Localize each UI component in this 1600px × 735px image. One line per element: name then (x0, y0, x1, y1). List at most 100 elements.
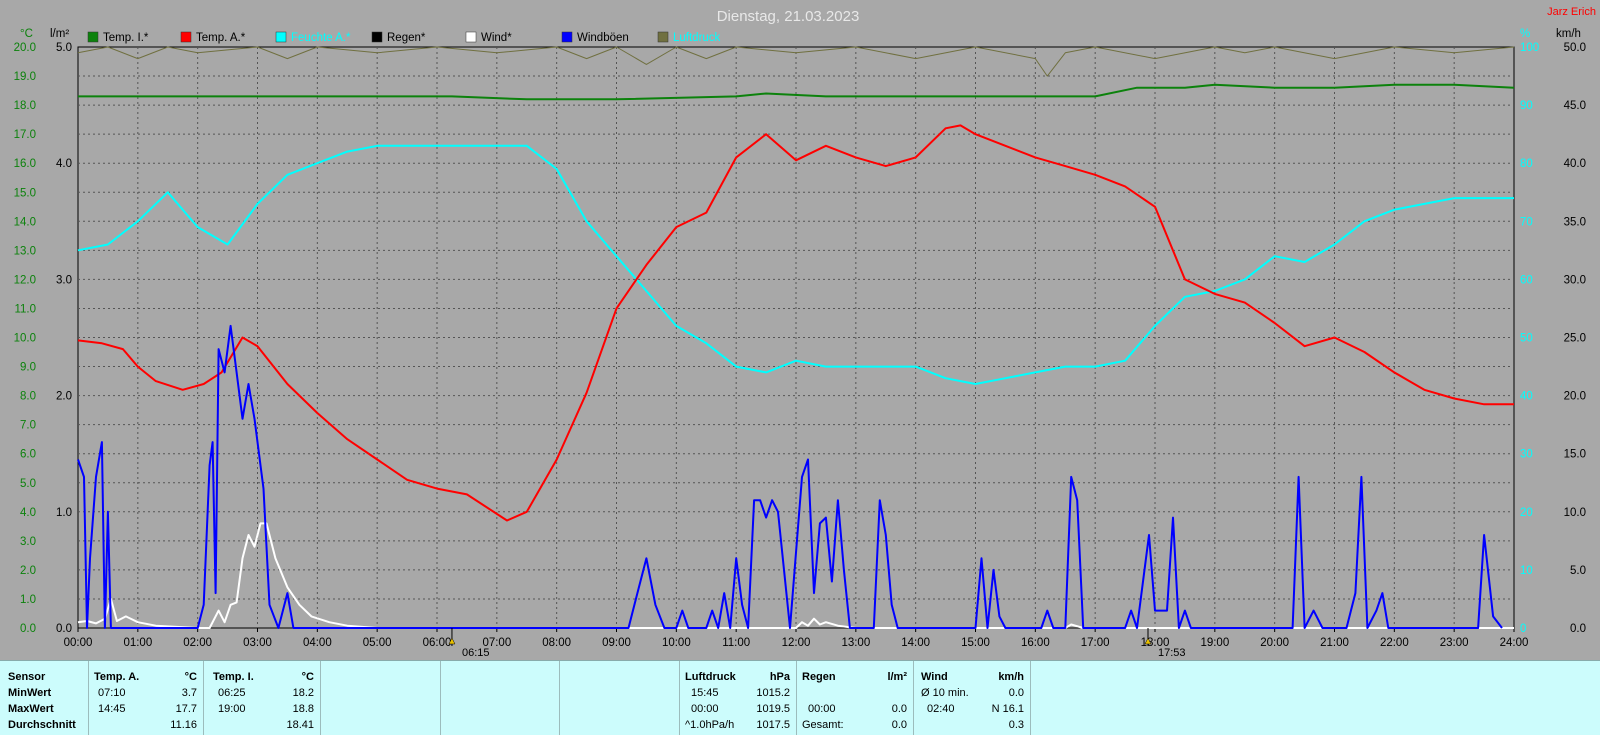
x-tick-label: 13:00 (841, 637, 870, 649)
temp-tick-label: 15.0 (14, 187, 36, 199)
legend-swatch (657, 31, 669, 43)
humidity-tick-label: 0 (1520, 623, 1526, 635)
x-tick-label: 09:00 (602, 637, 631, 649)
x-tick-label: 03:00 (243, 637, 272, 649)
pressure-unit: hPa (769, 671, 790, 683)
temp-tick-label: 17.0 (14, 129, 36, 141)
x-tick-label: 05:00 (363, 637, 392, 649)
legend-label: Regen* (387, 32, 426, 44)
sensor-header: Sensor (8, 671, 46, 683)
pressure-max-value: 1019.5 (756, 703, 790, 715)
rain-max-value: 0.0 (891, 703, 907, 715)
humidity-tick-label: 30 (1520, 449, 1533, 461)
rain-total-value: 0.0 (891, 719, 907, 731)
x-tick-label: 16:00 (1021, 637, 1050, 649)
x-tick-label: 22:00 (1380, 637, 1409, 649)
temp-tick-label: 16.0 (14, 158, 36, 170)
temp-a-unit: °C (184, 671, 197, 683)
wind-tick-label: 30.0 (1564, 274, 1586, 286)
empty-column-1 (320, 661, 441, 735)
x-tick-label: 21:00 (1320, 637, 1349, 649)
legend-swatch (180, 31, 192, 43)
x-tick-label: 17:00 (1081, 637, 1110, 649)
temp-i-unit: °C (301, 671, 314, 683)
rain-tick-label: 5.0 (56, 42, 72, 54)
rain-tick-label: 4.0 (56, 158, 72, 170)
rain-tick-label: 3.0 (56, 274, 72, 286)
x-tick-label: 08:00 (542, 637, 571, 649)
legend-label: Feuchte A.* (291, 32, 351, 44)
rain-total-label: Gesamt: (802, 719, 844, 731)
wind-max-time: 02:40 (927, 703, 955, 715)
rain-tick-label: 1.0 (56, 507, 72, 519)
rain-column: Regen l/m² 00:00 0.0 Gesamt: 0.0 (796, 661, 914, 735)
x-tick-label: 01:00 (123, 637, 152, 649)
empty-column-3 (559, 661, 680, 735)
humidity-tick-label: 40 (1520, 391, 1533, 403)
humidity-tick-label: 10 (1520, 565, 1533, 577)
x-tick-label: 15:00 (961, 637, 990, 649)
x-tick-label: 23:00 (1440, 637, 1469, 649)
pressure-header: Luftdruck (685, 671, 736, 683)
x-tick-label: 10:00 (662, 637, 691, 649)
temp-tick-label: 3.0 (20, 536, 36, 548)
temp-tick-label: 20.0 (14, 42, 36, 54)
humidity-tick-label: 60 (1520, 274, 1533, 286)
wind-header: Wind (921, 671, 948, 683)
temp-tick-label: 2.0 (20, 565, 36, 577)
temp-tick-label: 10.0 (14, 333, 36, 345)
x-tick-label: 14:00 (901, 637, 930, 649)
temp-a-avg-value: 11.16 (170, 719, 197, 731)
x-tick-label: 11:00 (722, 637, 750, 649)
legend-swatch (371, 31, 383, 43)
wind-axis-unit: km/h (1556, 28, 1581, 40)
sunset-label: 17:53 (1158, 647, 1186, 659)
x-tick-label: 24:00 (1500, 637, 1529, 649)
stats-table: Sensor MinWert MaxWert Durchschnitt Temp… (0, 660, 1600, 735)
sunrise-label: 06:15 (462, 647, 490, 659)
wind-tick-label: 5.0 (1570, 565, 1586, 577)
wind-tick-label: 40.0 (1564, 158, 1586, 170)
legend-label: Luftdruck (673, 32, 721, 44)
legend-swatch (87, 31, 99, 43)
humidity-tick-label: 20 (1520, 507, 1533, 519)
x-tick-label: 00:00 (64, 637, 93, 649)
wind-tick-label: 20.0 (1564, 391, 1586, 403)
temp-tick-label: 4.0 (20, 507, 36, 519)
temp-tick-label: 0.0 (20, 623, 36, 635)
author-label: Jarz Erich (1547, 6, 1596, 18)
pressure-trend-label: ^1.0hPa/h (685, 719, 735, 731)
rain-tick-label: 2.0 (56, 391, 72, 403)
row-max-label: MaxWert (8, 703, 54, 715)
wind-avg10-value: 0.0 (1008, 687, 1024, 699)
temp-a-header: Temp. A. (94, 671, 140, 683)
x-tick-label: 02:00 (183, 637, 212, 649)
temp-i-max-time: 19:00 (218, 703, 246, 715)
legend-label: Temp. A.* (196, 32, 246, 44)
legend: Temp. I.* Temp. A.* Feuchte A.* Regen* Wind*… (87, 31, 721, 44)
humidity-tick-label: 90 (1520, 100, 1533, 112)
temp-a-min-time: 07:10 (98, 687, 126, 699)
temp-a-column: Temp. A. °C 07:10 3.7 14:45 17.7 11.16 (88, 661, 204, 735)
wind-tick-label: 25.0 (1564, 333, 1586, 345)
humidity-tick-label: 80 (1520, 158, 1533, 170)
temp-tick-label: 18.0 (14, 100, 36, 112)
x-tick-label: 12:00 (782, 637, 811, 649)
temp-tick-label: 12.0 (14, 274, 36, 286)
row-min-label: MinWert (8, 687, 52, 699)
legend-swatch (275, 31, 287, 43)
legend-swatch (465, 31, 477, 43)
x-tick-label: 06:00 (423, 637, 452, 649)
sensor-column: Sensor MinWert MaxWert Durchschnitt (0, 661, 89, 735)
temp-tick-label: 8.0 (20, 391, 36, 403)
humidity-tick-label: 100 (1520, 42, 1539, 54)
rain-tick-label: 0.0 (56, 623, 72, 635)
temp-a-min-value: 3.7 (181, 687, 197, 699)
wind-unit: km/h (998, 671, 1024, 683)
empty-column-2 (440, 661, 560, 735)
legend-label: Wind* (481, 32, 512, 44)
temp-tick-label: 19.0 (14, 71, 36, 83)
humidity-tick-label: 70 (1520, 216, 1533, 228)
temp-tick-label: 7.0 (20, 420, 36, 432)
rain-unit: l/m² (887, 671, 907, 683)
